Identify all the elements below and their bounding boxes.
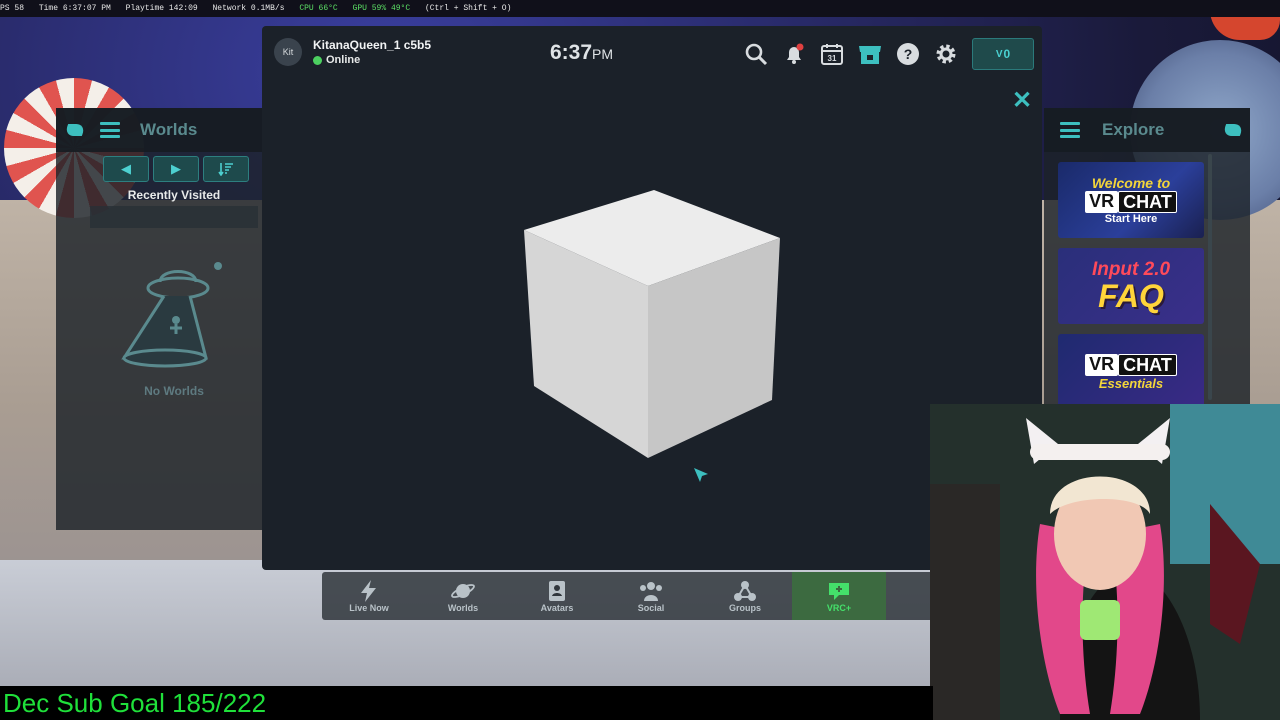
avatar[interactable]: Kit [274,38,302,66]
groups-icon [733,579,757,603]
pointer-cursor-icon [694,468,708,482]
tile-subtitle: Start Here [1104,213,1158,225]
calendar-icon[interactable]: 31 [818,40,846,68]
dock-label: Groups [728,603,761,613]
performance-status-bar: PS 58 Time 6:37:07 PM Playtime 142:09 Ne… [0,0,1280,17]
loading-cube-model [524,190,780,458]
vrchat-logo: VR CHAT [1085,191,1177,213]
sub-goal-banner: Dec Sub Goal 185/222 [0,686,933,720]
fps-readout: PS 58 [0,4,25,13]
no-worlds-label: No Worlds [144,384,204,398]
notification-bell-icon[interactable] [780,40,808,68]
chevron-right-icon: ▶ [171,161,181,176]
close-button[interactable]: ✕ [1010,87,1034,114]
hotkey-hint: (Ctrl + Shift + O) [424,4,512,13]
explore-panel-title: Explore [1102,120,1165,139]
logo-chat: CHAT [1118,191,1177,213]
worlds-panel-title: Worlds [140,120,198,139]
next-button[interactable]: ▶ [153,156,199,182]
clock-ampm: PM [592,46,614,62]
clock-time: 6:37 [550,41,593,64]
webcam-overlay [930,404,1280,720]
hamburger-menu-icon[interactable] [1060,122,1080,138]
tile-title: Input 2.0 [1091,259,1171,280]
recently-visited-heading: Recently Visited [127,188,221,202]
logo-chat: CHAT [1118,353,1177,376]
dock-vrc-plus[interactable]: VRC+ [792,572,886,620]
clock: 6:37PM [550,41,613,65]
worlds-panel-header: Worlds [56,108,266,152]
tile-subtitle: Essentials [1098,375,1164,391]
main-menu-window: Kit KitanaQueen_1 c5b5 Online 6:37PM 31 … [262,26,1042,570]
svg-text:?: ? [904,46,913,62]
logo-vr: VR [1085,191,1119,213]
chevron-left-icon: ◀ [121,161,131,176]
dock-worlds[interactable]: Worlds [416,572,510,620]
dock-label: Social [637,603,665,613]
streamer-camera-feed [930,404,1280,720]
gpu-readout: GPU 59% 49°C [352,4,411,13]
planet-icon [451,579,475,603]
main-menu-header: Kit KitanaQueen_1 c5b5 Online 6:37PM 31 … [262,26,1042,80]
playtime-readout: Playtime 142:09 [125,4,198,13]
bottom-dock: Live Now Worlds Avatars Social Groups VR… [322,572,942,620]
recently-visited-bar [90,206,258,228]
dock-label: Worlds [447,603,479,613]
explore-side-panel: Explore Welcome to VR CHAT Start Here In… [1044,108,1250,410]
vrc-credit-amount: 0 [1003,47,1011,61]
dock-social[interactable]: Social [604,572,698,620]
svg-text:31: 31 [828,54,837,63]
worlds-nav-controls: ◀ ▶ [103,156,249,182]
ufo-abduction-icon [121,262,222,368]
worlds-side-panel: Worlds ◀ ▶ Recently Visited No Worlds [56,108,266,530]
logo-vr: VR [1085,353,1119,376]
dock-label: VRC+ [826,603,852,613]
vrc-credit-icon: V [995,48,1003,60]
explore-tile-welcome[interactable]: Welcome to VR CHAT Start Here [1058,162,1204,238]
explore-panel-header: Explore [1044,108,1250,152]
dock-avatars[interactable]: Avatars [510,572,604,620]
explore-scrollbar[interactable] [1208,154,1212,400]
dock-label: Avatars [540,603,574,613]
lightning-icon [360,579,378,603]
vrcplus-icon [827,579,851,603]
explore-tile-essentials[interactable]: VR CHAT Essentials [1058,334,1204,410]
gear-icon[interactable] [932,40,960,68]
vrchat-logo: VR CHAT [1085,353,1177,376]
online-dot-icon [313,55,322,65]
time-readout: Time 6:37:07 PM [38,4,111,13]
sort-button[interactable] [203,156,249,182]
people-icon [638,579,664,603]
tile-subtitle: FAQ [1098,278,1164,314]
tile-title: Welcome to [1091,175,1171,191]
avatar-book-icon [547,579,567,603]
vrc-credits-balance[interactable]: V0 [972,38,1034,70]
close-icon: ✕ [1011,87,1033,114]
username: KitanaQueen_1 c5b5 [313,38,432,52]
cpu-readout: CPU 66°C [299,4,338,13]
hamburger-menu-icon[interactable] [100,122,120,138]
previous-button[interactable]: ◀ [103,156,149,182]
dock-label: Live Now [349,603,389,613]
network-readout: Network 0.1MB/s [212,4,285,13]
dock-live-now[interactable]: Live Now [322,572,416,620]
store-icon[interactable] [856,40,884,68]
sort-icon [218,163,233,176]
online-status: Online [313,54,360,66]
status-label: Online [326,54,361,66]
explore-tile-input-faq[interactable]: Input 2.0 FAQ [1058,248,1204,324]
dock-groups[interactable]: Groups [698,572,792,620]
help-icon[interactable]: ? [894,40,922,68]
search-icon[interactable] [742,40,770,68]
